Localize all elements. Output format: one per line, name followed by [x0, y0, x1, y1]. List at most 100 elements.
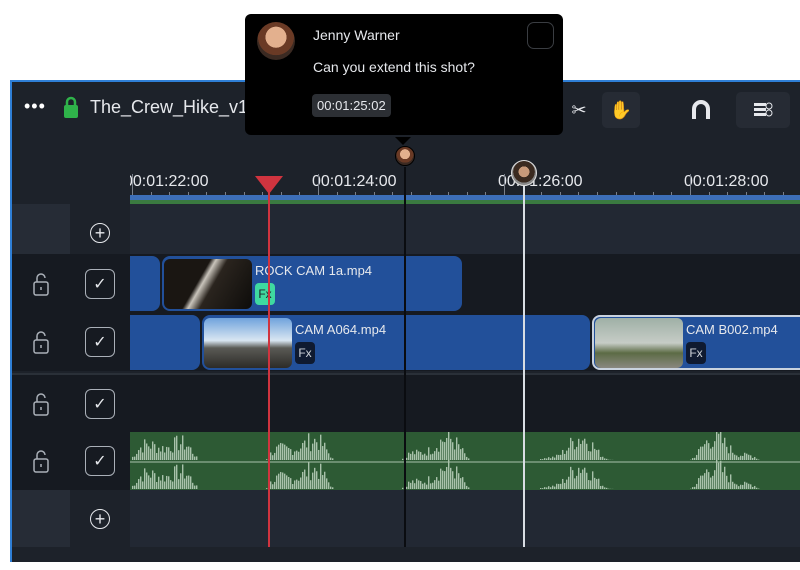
wave-bar	[284, 473, 286, 489]
clip[interactable]	[130, 256, 160, 311]
playhead[interactable]	[268, 192, 270, 547]
wave-bar	[584, 467, 586, 489]
wave-bar	[292, 483, 294, 489]
wave-bar	[318, 478, 320, 489]
more-icon[interactable]: •••	[24, 96, 46, 117]
wave-bar	[156, 452, 158, 460]
wave-bar	[410, 453, 412, 460]
unlock-icon[interactable]	[33, 272, 49, 296]
wave-bar	[168, 476, 170, 489]
ruler-label: 00:01:22:00	[130, 173, 209, 190]
wave-bar	[576, 475, 578, 489]
wave-bar	[142, 452, 144, 460]
collaborator-avatar[interactable]	[511, 160, 537, 186]
video-track-2: ✓ CAM A064.mp4 Fx CAM B002.mp4 Fx	[12, 313, 800, 371]
resolve-checkbox[interactable]	[527, 22, 554, 49]
wave-bar	[560, 483, 562, 489]
wave-bar	[158, 447, 160, 460]
wave-bar	[604, 458, 606, 460]
wave-bar	[170, 480, 172, 489]
author-avatar	[257, 22, 295, 60]
wave-bar	[274, 452, 276, 460]
wave-bar	[576, 446, 578, 460]
wave-bar	[322, 446, 324, 460]
clip[interactable]	[130, 315, 200, 370]
video-track-1: ✓ ROCK CAM 1a.mp4 Fx	[12, 254, 800, 313]
wave-bar	[740, 484, 742, 489]
add-track-button[interactable]: +	[90, 223, 110, 243]
wave-bar	[432, 453, 434, 460]
wave-bar	[190, 476, 192, 489]
wave-bar	[190, 447, 192, 460]
waveform	[130, 428, 800, 489]
wave-bar	[586, 472, 588, 489]
wave-bar	[540, 458, 542, 460]
wave-bar	[184, 449, 186, 460]
wave-bar	[302, 442, 304, 460]
fx-button[interactable]: Fx	[255, 283, 275, 305]
hand-icon[interactable]: ✋	[602, 92, 640, 128]
track-visible-checkbox[interactable]: ✓	[85, 446, 115, 476]
time-ruler[interactable]: 00:01:22:00 00:01:24:00 00:01:26:00 00:0…	[130, 160, 800, 200]
wave-bar	[600, 485, 602, 489]
wave-bar	[738, 457, 740, 460]
wave-bar	[302, 471, 304, 489]
wave-bar	[728, 482, 730, 489]
wave-bar	[136, 482, 138, 489]
wave-bar	[442, 470, 444, 489]
wave-bar	[158, 476, 160, 489]
wave-bar	[604, 487, 606, 489]
wave-bar	[296, 479, 298, 489]
magnet-icon[interactable]	[682, 92, 720, 128]
wave-bar	[736, 484, 738, 489]
add-track-button[interactable]: +	[90, 508, 110, 529]
wave-bar	[466, 485, 468, 489]
clip-cam-a064[interactable]: CAM A064.mp4 Fx	[202, 315, 590, 370]
wave-bar	[288, 447, 290, 460]
wave-bar	[560, 454, 562, 460]
unlock-icon[interactable]	[33, 330, 49, 354]
wave-bar	[582, 469, 584, 489]
wave-bar	[196, 485, 198, 489]
wave-bar	[564, 453, 566, 460]
wave-bar	[468, 487, 470, 489]
clip-cam-b002[interactable]: CAM B002.mp4 Fx	[592, 315, 800, 370]
wave-bar	[752, 486, 754, 489]
wave-bar	[432, 482, 434, 489]
wave-bar	[466, 456, 468, 460]
wave-bar	[332, 487, 334, 489]
wave-bar	[188, 446, 190, 460]
wave-bar	[542, 488, 544, 489]
comment-timecode[interactable]: 00:01:25:02	[312, 94, 391, 117]
track-visible-checkbox[interactable]: ✓	[85, 327, 115, 357]
clip-rock-cam[interactable]: ROCK CAM 1a.mp4 Fx	[162, 256, 462, 311]
fx-button[interactable]: Fx	[295, 342, 315, 364]
unlock-icon[interactable]	[33, 449, 49, 473]
fx-button[interactable]: Fx	[686, 342, 706, 364]
audio-clip[interactable]	[130, 428, 800, 490]
wave-bar	[410, 482, 412, 489]
wave-bar	[172, 481, 174, 489]
wave-bar	[462, 477, 464, 489]
wave-bar	[726, 475, 728, 489]
wave-bar	[452, 442, 454, 460]
clip-name: ROCK CAM 1a.mp4	[255, 263, 373, 278]
wave-bar	[420, 452, 422, 460]
wave-bar	[698, 478, 700, 489]
wave-bar	[160, 451, 162, 460]
unlock-icon[interactable]	[33, 392, 49, 416]
scissors-icon[interactable]: ✂	[560, 92, 598, 128]
wave-bar	[734, 483, 736, 489]
track-visible-checkbox[interactable]: ✓	[85, 268, 115, 299]
track-settings-icon[interactable]	[736, 92, 790, 128]
playhead-handle[interactable]	[255, 176, 283, 196]
wave-bar	[448, 429, 450, 460]
wave-bar	[186, 475, 188, 489]
wave-bar	[308, 462, 310, 489]
wave-bar	[282, 443, 284, 460]
comment-marker-avatar[interactable]	[395, 146, 415, 166]
wave-bar	[730, 474, 732, 489]
wave-bar	[290, 478, 292, 489]
wave-bar	[552, 456, 554, 460]
track-visible-checkbox[interactable]: ✓	[85, 388, 115, 419]
